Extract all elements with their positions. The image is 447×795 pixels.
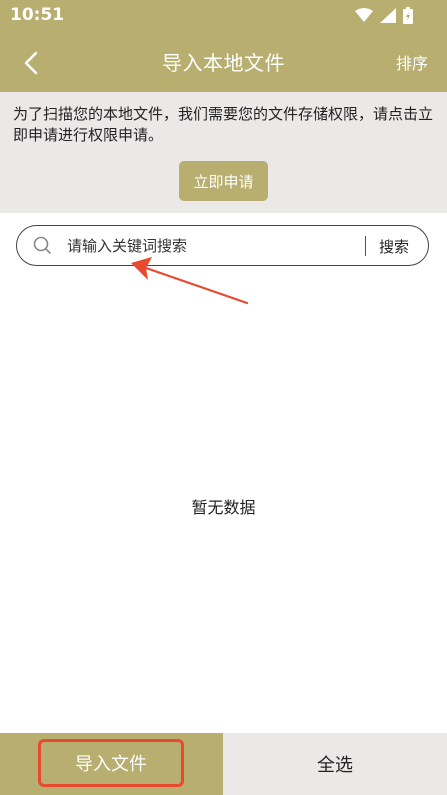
request-permission-button[interactable]: 立即申请 [179, 161, 268, 201]
status-icons [355, 6, 413, 24]
status-bar: 10:51 [0, 0, 447, 32]
import-highlight: 导入文件 [38, 739, 184, 787]
page-title: 导入本地文件 [162, 51, 285, 75]
search-bar: 搜索 [16, 225, 429, 266]
import-files-label: 导入文件 [75, 754, 147, 775]
select-all-button[interactable]: 全选 [223, 733, 447, 795]
sort-button[interactable]: 排序 [396, 50, 428, 74]
permission-message: 为了扫描您的本地文件，我们需要您的文件存储权限，请点击立即申请进行权限申请。 [13, 105, 434, 144]
status-time: 10:51 [10, 5, 65, 25]
search-divider [365, 236, 366, 256]
empty-state-text: 暂无数据 [191, 498, 256, 517]
search-icon [33, 236, 51, 254]
battery-icon [403, 6, 413, 24]
import-files-button[interactable]: 导入文件 [0, 733, 223, 795]
top-bar: 10:51 导入本地文件 排序 [0, 0, 447, 92]
search-input[interactable] [67, 235, 357, 257]
nav-bar: 导入本地文件 排序 [0, 32, 447, 92]
search-button[interactable]: 搜索 [379, 236, 409, 257]
cell-signal-icon [380, 7, 396, 23]
bottom-action-bar: 导入文件 全选 [0, 733, 447, 795]
wifi-icon [355, 8, 373, 22]
